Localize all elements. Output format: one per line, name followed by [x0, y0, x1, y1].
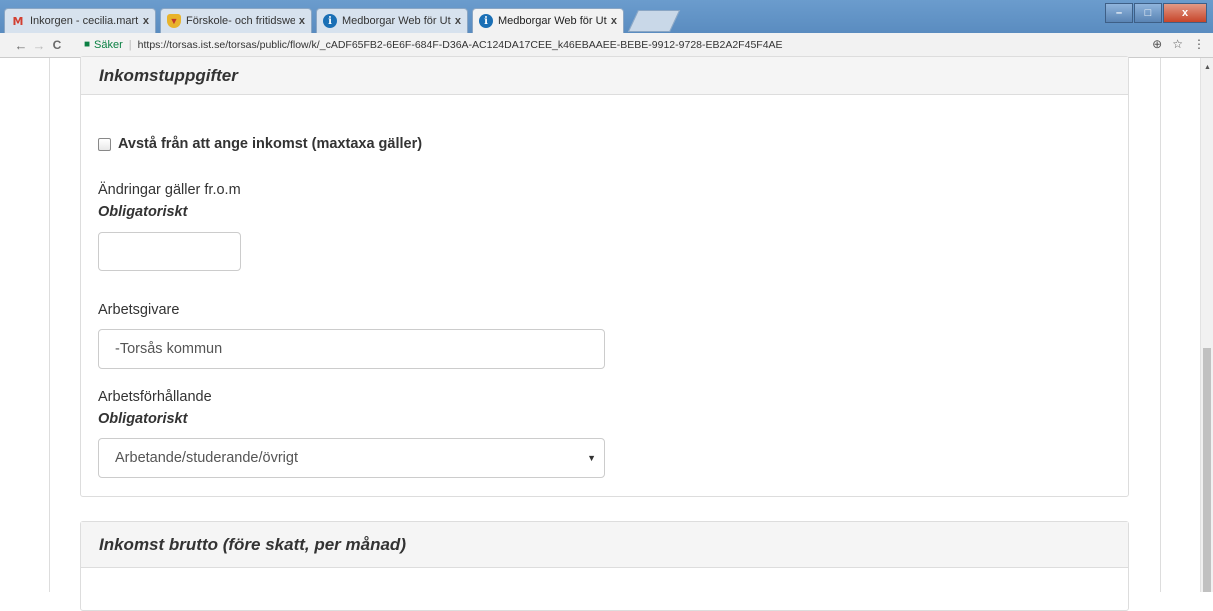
chevron-down-icon: ▼ — [587, 453, 596, 463]
panel-title: Inkomst brutto (före skatt, per månad) — [81, 522, 1128, 568]
toolbar-icons: ⊕ ☆ ⋮ — [1152, 37, 1205, 51]
income-panel: Inkomstuppgifter — [80, 56, 1129, 497]
close-icon[interactable]: x — [611, 15, 617, 27]
content-border-left — [49, 58, 50, 592]
waive-income-checkbox[interactable] — [98, 138, 111, 151]
forward-arrow-icon[interactable]: → — [30, 38, 48, 53]
shield-icon: ▼ — [167, 14, 181, 28]
address-bar[interactable]: ■ Säker | https://torsas.ist.se/torsas/p… — [84, 35, 1184, 54]
back-arrow-icon[interactable]: ← — [12, 38, 30, 53]
tab-title: Medborgar Web för Utb — [342, 15, 451, 27]
required-hint: Obligatoriskt — [98, 204, 188, 220]
star-icon[interactable]: ☆ — [1172, 37, 1183, 51]
browser-tab-bar: M Inkorgen - cecilia.martin x ▼ Förskole… — [0, 0, 1213, 33]
panel-title: Inkomstuppgifter — [81, 57, 1128, 95]
secure-label: Säker — [94, 38, 123, 51]
tab-title: Förskole- och fritidswebb — [186, 15, 295, 27]
close-window-button[interactable]: x — [1163, 3, 1207, 23]
required-hint: Obligatoriskt — [98, 411, 188, 427]
reload-icon[interactable]: C — [48, 38, 66, 52]
tab-title: Medborgar Web för Utb — [498, 15, 607, 27]
close-icon[interactable]: x — [143, 15, 149, 27]
changes-date-label: Ändringar gäller fr.o.m — [98, 182, 241, 198]
close-icon[interactable]: x — [455, 15, 461, 27]
info-icon: i — [323, 14, 337, 28]
gross-income-panel: Inkomst brutto (före skatt, per månad) — [80, 521, 1129, 611]
url-text[interactable]: https://torsas.ist.se/torsas/public/flow… — [138, 39, 783, 51]
page-content: Inkomstuppgifter Avstå från att ange ink… — [0, 56, 1213, 611]
maximize-button[interactable]: □ — [1134, 3, 1162, 23]
employment-relation-label: Arbetsförhållande — [98, 389, 212, 405]
scroll-up-arrow-icon[interactable]: ▲ — [1204, 64, 1211, 71]
tab-gmail[interactable]: M Inkorgen - cecilia.martin x — [4, 8, 156, 33]
tab-title: Inkorgen - cecilia.martin — [30, 15, 139, 27]
gmail-icon: M — [12, 14, 24, 28]
menu-icon[interactable]: ⋮ — [1193, 37, 1205, 51]
employer-label: Arbetsgivare — [98, 302, 180, 318]
employer-input[interactable]: -Torsås kommun — [98, 329, 605, 369]
close-icon[interactable]: x — [299, 15, 305, 27]
vertical-scrollbar[interactable]: ▲ — [1200, 58, 1213, 592]
content-border-right — [1160, 58, 1161, 592]
employment-relation-select[interactable]: Arbetande/studerande/övrigt ▼ — [98, 438, 605, 478]
tab-medborgar-1[interactable]: i Medborgar Web för Utb x — [316, 8, 468, 33]
new-tab-button[interactable] — [627, 10, 681, 32]
url-separator: | — [128, 38, 132, 51]
tab-forskole[interactable]: ▼ Förskole- och fritidswebb x — [160, 8, 312, 33]
browser-toolbar: ← → C ■ Säker | https://torsas.ist.se/to… — [0, 33, 1213, 58]
lock-icon: ■ — [84, 39, 91, 50]
tab-medborgar-active[interactable]: i Medborgar Web för Utb x — [472, 8, 624, 33]
zoom-icon[interactable]: ⊕ — [1152, 37, 1162, 51]
waive-income-label[interactable]: Avstå från att ange inkomst (maxtaxa gäl… — [118, 136, 422, 152]
window-controls: – □ x — [1104, 3, 1207, 23]
info-icon: i — [479, 14, 493, 28]
employment-relation-value: Arbetande/studerande/övrigt — [115, 450, 298, 466]
changes-date-input[interactable] — [98, 232, 241, 271]
scrollbar-thumb[interactable] — [1203, 348, 1211, 592]
minimize-button[interactable]: – — [1105, 3, 1133, 23]
employer-value: -Torsås kommun — [115, 341, 223, 357]
